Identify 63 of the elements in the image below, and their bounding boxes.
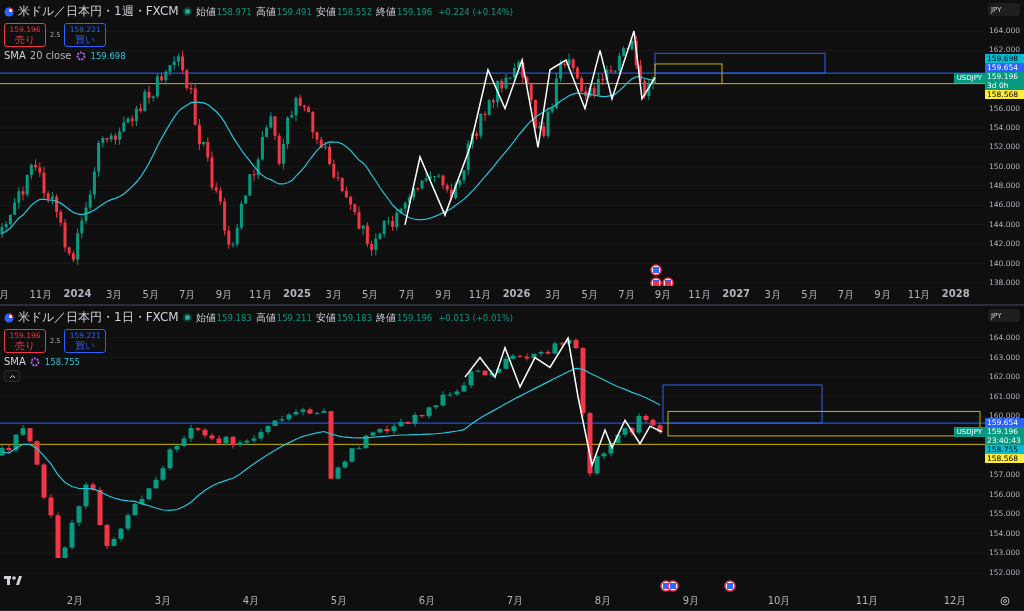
time-axis-label: 3月: [545, 288, 562, 302]
time-axis-label: 2028: [941, 288, 970, 301]
time-axis-label: 2027: [722, 288, 751, 301]
ohlc-value: 159.211: [276, 312, 312, 323]
ohlc-label: 安値: [315, 4, 336, 19]
ohlc-label: 始値: [195, 310, 216, 325]
time-axis-label: 7月: [837, 288, 855, 302]
time-axis-label: 12月: [943, 594, 967, 608]
symbol-title[interactable]: 米ドル／日本円・1週・FXCM: [18, 3, 179, 20]
change-value: +0.224 (+0.14%): [438, 6, 514, 17]
ohlc-label: 始値: [195, 4, 216, 19]
time-axis-label: 4月: [242, 594, 260, 608]
ohlc-label: 終値: [376, 4, 397, 19]
time-axis-label: 7月: [506, 594, 524, 608]
ohlc-value: 159.196: [397, 6, 433, 17]
time-axis-label: 月: [0, 288, 10, 302]
time-axis-label: 9月: [874, 288, 891, 302]
ohlc-label: 高値: [255, 4, 276, 19]
ohlc-value: 159.196: [397, 312, 433, 323]
ohlc-label: 高値: [255, 310, 276, 325]
time-axis-label: 11月: [468, 288, 492, 302]
time-axis-label: 5月: [581, 288, 598, 302]
ohlc-value: 158.971: [216, 6, 252, 17]
time-axis-label: 7月: [398, 288, 415, 302]
time-axis-label: 9月: [654, 288, 672, 302]
symbol-title[interactable]: 米ドル／日本円・1日・FXCM: [18, 309, 179, 326]
time-axis-label: 3月: [105, 288, 123, 302]
time-axis-label: 5月: [330, 594, 348, 608]
time-axis-label: 2024: [63, 288, 92, 301]
time-axis-label: 11月: [29, 288, 53, 302]
time-axis-label: 7月: [179, 288, 196, 302]
time-axis-label: 3月: [154, 594, 172, 608]
indicator-name[interactable]: SMA: [4, 50, 26, 61]
time-axis-label: 11月: [855, 594, 879, 608]
time-axis-label: 8月: [594, 594, 612, 608]
time-axis-label: 7月: [618, 288, 635, 302]
time-axis-label: 6月: [418, 594, 436, 608]
time-axis-label: 11月: [907, 288, 931, 302]
time-axis-label: 9月: [435, 288, 452, 302]
time-axis-label: 3月: [325, 288, 342, 302]
indicator-value: 158.755: [44, 356, 80, 367]
time-axis-label: 5月: [801, 288, 818, 302]
ohlc-label: 終値: [376, 310, 397, 325]
ohlc-value: 159.183: [216, 312, 252, 323]
ohlc-label: 安値: [315, 310, 336, 325]
time-axis-label: 2026: [502, 288, 531, 301]
time-axis-label: 5月: [362, 288, 379, 302]
time-axis-label: 10月: [767, 594, 791, 608]
ohlc-value: 159.491: [276, 6, 312, 17]
time-axis-label: 2月: [66, 594, 84, 608]
time-axis-label: 2025: [283, 288, 311, 301]
change-value: +0.013 (+0.01%): [438, 312, 514, 323]
time-axis-label: 11月: [249, 288, 272, 302]
time-axis-label: 5月: [142, 288, 159, 302]
indicator-value: 159.698: [90, 50, 126, 61]
time-axis-label: 11月: [688, 288, 711, 302]
time-axis-label: 9月: [682, 594, 700, 608]
indicator-name[interactable]: SMA: [4, 356, 26, 367]
ohlc-value: 159.183: [336, 312, 373, 323]
indicator-params: 20 close: [29, 50, 72, 61]
ohlc-value: 158.552: [336, 6, 373, 17]
time-axis-label: 3月: [764, 288, 781, 302]
time-axis-label: 9月: [215, 288, 233, 302]
